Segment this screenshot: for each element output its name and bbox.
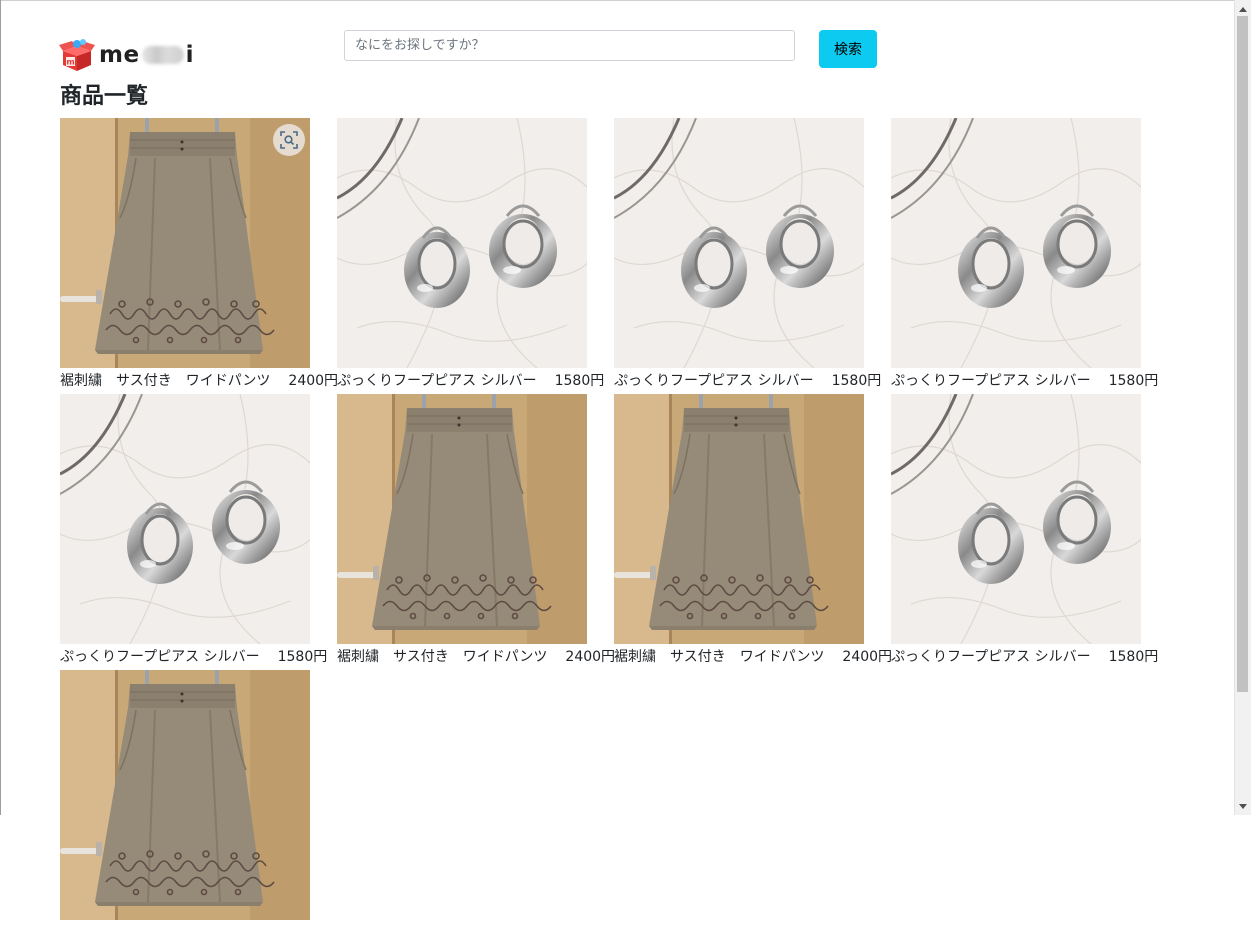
logo-wordmark: me i <box>99 42 194 68</box>
logo-text-end: i <box>185 42 194 68</box>
product-card[interactable]: ぷっくりフープピアス シルバー 1580円 <box>614 118 904 391</box>
page-title: 商品一覧 <box>60 84 149 109</box>
product-caption: 裾刺繍 サス付き ワイドパンツ 2400円 <box>614 648 892 666</box>
product-image[interactable] <box>60 394 310 644</box>
box-logo-icon: m <box>59 38 95 72</box>
product-name[interactable]: 裾刺繍 サス付き ワイドパンツ <box>614 649 824 665</box>
product-image[interactable] <box>614 394 864 644</box>
product-price: 1580円 <box>1108 373 1159 389</box>
product-image[interactable] <box>337 118 587 368</box>
product-card[interactable] <box>60 670 350 943</box>
product-card[interactable]: ぷっくりフープピアス シルバー 1580円 <box>891 394 1181 667</box>
product-name[interactable]: ぷっくりフープピアス シルバー <box>614 373 814 389</box>
product-image[interactable] <box>891 394 1141 644</box>
product-image[interactable] <box>337 394 587 644</box>
product-card[interactable]: 裾刺繍 サス付き ワイドパンツ 2400円 <box>337 394 627 667</box>
product-caption: 裾刺繍 サス付き ワイドパンツ 2400円 <box>337 648 615 666</box>
product-image[interactable] <box>614 118 864 368</box>
product-price: 2400円 <box>288 373 339 389</box>
product-name[interactable]: 裾刺繍 サス付き ワイドパンツ <box>337 649 547 665</box>
product-price: 2400円 <box>565 649 616 665</box>
product-price: 2400円 <box>842 649 893 665</box>
logo-text-start: me <box>99 42 140 68</box>
product-card[interactable]: 裾刺繍 サス付き ワイドパンツ 2400円 <box>614 394 904 667</box>
product-card[interactable]: 裾刺繍 サス付き ワイドパンツ 2400円 <box>60 118 350 391</box>
product-name[interactable]: ぷっくりフープピアス シルバー <box>891 649 1091 665</box>
scrollbar-thumb[interactable] <box>1237 16 1248 692</box>
window-top-border <box>0 0 1251 1</box>
product-image[interactable] <box>60 118 310 368</box>
svg-text:m: m <box>66 58 74 67</box>
search-input[interactable] <box>344 30 795 61</box>
product-caption: ぷっくりフープピアス シルバー 1580円 <box>614 372 881 390</box>
product-card[interactable]: ぷっくりフープピアス シルバー 1580円 <box>891 118 1181 391</box>
product-caption: ぷっくりフープピアス シルバー 1580円 <box>337 372 604 390</box>
scroll-up-arrow-icon[interactable] <box>1235 2 1251 16</box>
product-image[interactable] <box>60 670 310 920</box>
product-caption: 裾刺繍 サス付き ワイドパンツ 2400円 <box>60 372 338 390</box>
product-price: 1580円 <box>831 373 882 389</box>
product-caption: ぷっくりフープピアス シルバー 1580円 <box>60 648 327 666</box>
product-card[interactable]: ぷっくりフープピアス シルバー 1580円 <box>60 394 350 667</box>
product-card[interactable]: ぷっくりフープピアス シルバー 1580円 <box>337 118 627 391</box>
visual-search-icon[interactable] <box>273 124 305 156</box>
window-left-border <box>0 0 1 815</box>
search-button[interactable]: 検索 <box>819 30 877 68</box>
product-name[interactable]: 裾刺繍 サス付き ワイドパンツ <box>60 373 270 389</box>
product-caption: ぷっくりフープピアス シルバー 1580円 <box>891 648 1158 666</box>
product-price: 1580円 <box>554 373 605 389</box>
product-name[interactable]: ぷっくりフープピアス シルバー <box>60 649 260 665</box>
scroll-down-arrow-icon[interactable] <box>1235 799 1251 813</box>
product-price: 1580円 <box>1108 649 1159 665</box>
site-logo[interactable]: m me i <box>59 38 194 72</box>
logo-blurred-part <box>141 46 184 64</box>
product-image[interactable] <box>891 118 1141 368</box>
product-caption: ぷっくりフープピアス シルバー 1580円 <box>891 372 1158 390</box>
product-price: 1580円 <box>277 649 328 665</box>
product-name[interactable]: ぷっくりフープピアス シルバー <box>891 373 1091 389</box>
vertical-scrollbar[interactable] <box>1234 0 1251 815</box>
product-name[interactable]: ぷっくりフープピアス シルバー <box>337 373 537 389</box>
